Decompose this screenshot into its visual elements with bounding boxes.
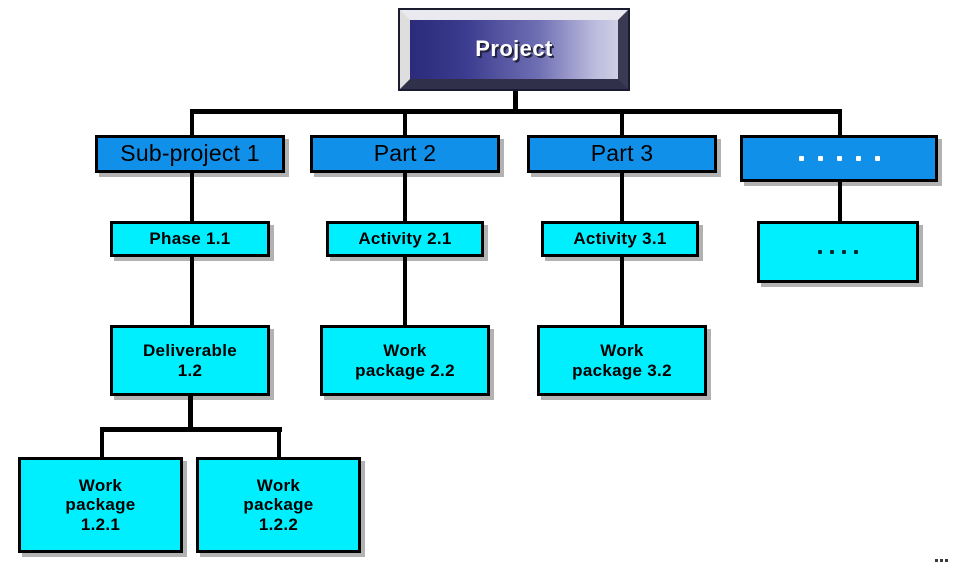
connector-ellipsis-to-subellipsis: [838, 182, 842, 222]
node-level3-ellipsis[interactable]: [757, 221, 919, 283]
corner-ellipsis-icon: [934, 559, 949, 562]
connector-part2-to-activity21: [403, 172, 407, 222]
node-part-3-label: Part 3: [590, 140, 654, 167]
node-part-3[interactable]: Part 3: [527, 135, 717, 173]
node-activity-3-1[interactable]: Activity 3.1: [541, 221, 699, 257]
node-activity-2-1[interactable]: Activity 2.1: [326, 221, 484, 257]
ellipsis-dots-icon: [792, 156, 887, 161]
connector-drop-wp121: [100, 427, 104, 459]
node-activity-3-1-label: Activity 3.1: [573, 229, 667, 249]
connector-level5-bus: [100, 427, 282, 432]
connector-drop-part3: [620, 109, 624, 136]
node-work-package-2-2-label: Work package 2.2: [355, 341, 455, 380]
node-sub-project-1[interactable]: Sub-project 1: [95, 135, 285, 173]
node-part-2-label: Part 2: [373, 140, 437, 167]
connector-drop-part2: [403, 109, 407, 136]
node-work-package-3-2-label: Work package 3.2: [572, 341, 672, 380]
connector-activity31-to-wp32: [620, 256, 624, 326]
node-activity-2-1-label: Activity 2.1: [358, 229, 452, 249]
node-part-2[interactable]: Part 2: [310, 135, 500, 173]
connector-drop-wp122: [277, 427, 281, 459]
node-deliverable-1-2[interactable]: Deliverable 1.2: [110, 325, 270, 396]
node-work-package-1-2-1-label: Work package 1.2.1: [65, 476, 136, 534]
connector-subproject1-to-phase11: [190, 172, 194, 222]
node-phase-1-1[interactable]: Phase 1.1: [110, 221, 270, 257]
connector-part3-to-activity31: [620, 172, 624, 222]
node-deliverable-1-2-label: Deliverable 1.2: [142, 341, 238, 380]
node-level2-ellipsis[interactable]: [740, 135, 938, 182]
node-sub-project-1-label: Sub-project 1: [120, 140, 260, 167]
node-work-package-2-2[interactable]: Work package 2.2: [320, 325, 490, 396]
connector-level2-bus: [190, 109, 842, 114]
connector-deliverable12-stem: [188, 396, 193, 430]
node-phase-1-1-label: Phase 1.1: [149, 229, 231, 249]
connector-activity21-to-wp22: [403, 256, 407, 326]
node-work-package-3-2[interactable]: Work package 3.2: [537, 325, 707, 396]
wbs-diagram-canvas: Project Sub-project 1 Part 2 Part 3 Phas…: [0, 0, 959, 576]
connector-phase11-to-deliverable12: [190, 256, 194, 326]
node-project-label: Project: [475, 36, 553, 62]
node-work-package-1-2-2[interactable]: Work package 1.2.2: [196, 457, 361, 553]
node-work-package-1-2-2-label: Work package 1.2.2: [243, 476, 314, 534]
node-project[interactable]: Project: [398, 8, 630, 91]
ellipsis-small-dots-icon: [814, 250, 862, 254]
connector-drop-subproject1: [190, 109, 194, 136]
node-work-package-1-2-1[interactable]: Work package 1.2.1: [18, 457, 183, 553]
connector-drop-ellipsis: [838, 109, 842, 136]
